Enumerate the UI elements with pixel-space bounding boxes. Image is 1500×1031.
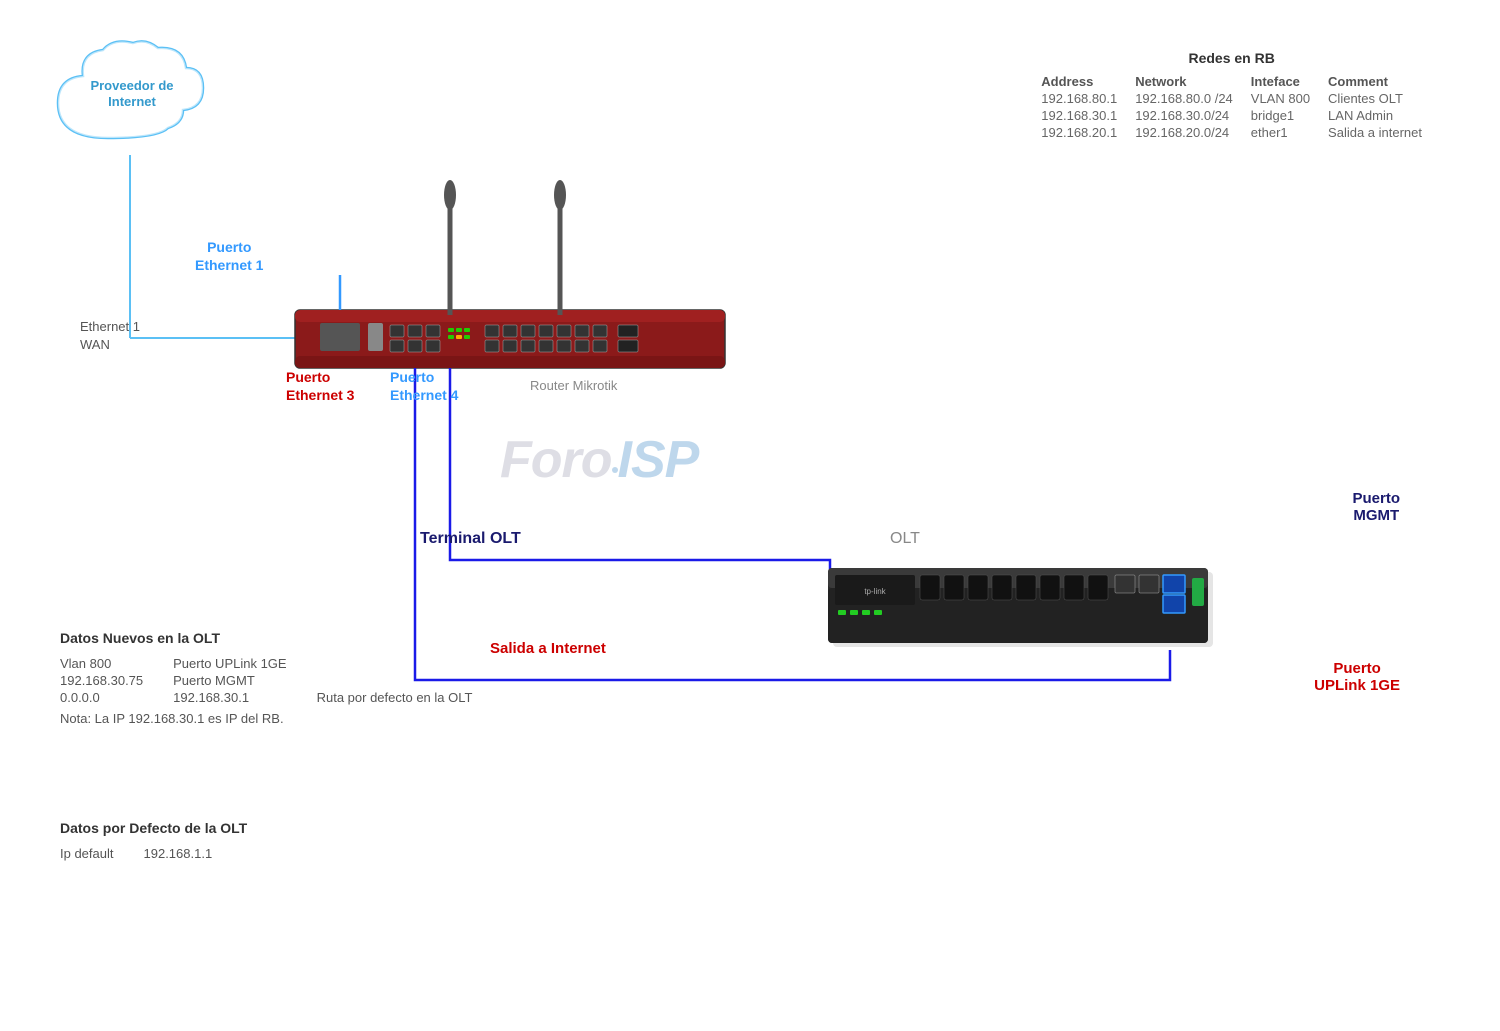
row1-interface: VLAN 800: [1251, 91, 1310, 106]
terminal-olt-label: Terminal OLT: [420, 530, 521, 548]
puerto-uplink-value: Puerto UPLink 1GE: [173, 656, 286, 671]
row2-comment: LAN Admin: [1328, 108, 1422, 123]
puerto-ethernet4-label: Puerto Ethernet 4: [390, 368, 458, 404]
watermark: ForoISP: [500, 430, 698, 490]
row2-interface: bridge1: [1251, 108, 1310, 123]
ip-mgmt-label: 192.168.30.75: [60, 673, 143, 688]
row1-address: 192.168.80.1: [1041, 91, 1117, 106]
svg-text:Internet: Internet: [108, 94, 156, 109]
row1-network: 192.168.80.0 /24: [1135, 91, 1233, 106]
datos-defecto-section: Datos por Defecto de la OLT Ip default 1…: [60, 820, 247, 863]
col-address: Address: [1041, 74, 1117, 89]
col-network: Network: [1135, 74, 1233, 89]
datos-nuevos-title: Datos Nuevos en la OLT: [60, 630, 502, 646]
default-route-label: 0.0.0.0: [60, 690, 143, 705]
ip-default-label: Ip default: [60, 846, 114, 861]
default-route-desc: Ruta por defecto en la OLT: [317, 690, 473, 705]
row3-comment: Salida a internet: [1328, 125, 1422, 140]
ethernet1-wan-label: Ethernet 1 WAN: [80, 318, 140, 354]
redes-en-rb-title: Redes en RB: [1023, 50, 1440, 66]
puerto-ethernet3-label: Puerto Ethernet 3: [286, 368, 354, 404]
redes-en-rb-table: Redes en RB Address Network Inteface Com…: [1023, 50, 1440, 142]
row1-comment: Clientes OLT: [1328, 91, 1422, 106]
datos-nuevos-table: Vlan 800 Puerto UPLink 1GE 192.168.30.75…: [30, 654, 502, 707]
datos-nuevos-section: Datos Nuevos en la OLT Vlan 800 Puerto U…: [60, 630, 502, 726]
row3-interface: ether1: [1251, 125, 1310, 140]
svg-text:Proveedor de: Proveedor de: [90, 78, 173, 93]
salida-internet-label: Salida a Internet: [490, 640, 606, 657]
row3-address: 192.168.20.1: [1041, 125, 1117, 140]
olt-label: OLT: [890, 530, 920, 548]
ip-default-value: 192.168.1.1: [144, 846, 213, 861]
datos-nuevos-row3: 0.0.0.0 192.168.30.1 Ruta por defecto en…: [60, 690, 472, 705]
router-mikrotik-label: Router Mikrotik: [530, 378, 617, 393]
datos-defecto-row1: Ip default 192.168.1.1: [60, 846, 212, 861]
vlan800-label: Vlan 800: [60, 656, 143, 671]
datos-nuevos-nota: Nota: La IP 192.168.30.1 es IP del RB.: [60, 711, 502, 726]
row3-network: 192.168.20.0/24: [1135, 125, 1233, 140]
row2-network: 192.168.30.0/24: [1135, 108, 1233, 123]
puerto-mgmt-label: Puerto MGMT: [1352, 490, 1400, 524]
puerto-mgmt-value: Puerto MGMT: [173, 673, 286, 688]
default-route-ip: 192.168.30.1: [173, 690, 286, 705]
datos-defecto-table: Ip default 192.168.1.1: [30, 844, 242, 863]
datos-nuevos-row1: Vlan 800 Puerto UPLink 1GE: [60, 656, 472, 671]
datos-nuevos-row2: 192.168.30.75 Puerto MGMT: [60, 673, 472, 688]
col-interface: Inteface: [1251, 74, 1310, 89]
puerto-uplink-label: Puerto UPLink 1GE: [1314, 660, 1400, 694]
puerto-ethernet1-label: Puerto Ethernet 1: [195, 238, 263, 274]
row2-address: 192.168.30.1: [1041, 108, 1117, 123]
svg-text:tp-link: tp-link: [864, 587, 886, 596]
datos-defecto-title: Datos por Defecto de la OLT: [60, 820, 247, 836]
col-comment: Comment: [1328, 74, 1422, 89]
